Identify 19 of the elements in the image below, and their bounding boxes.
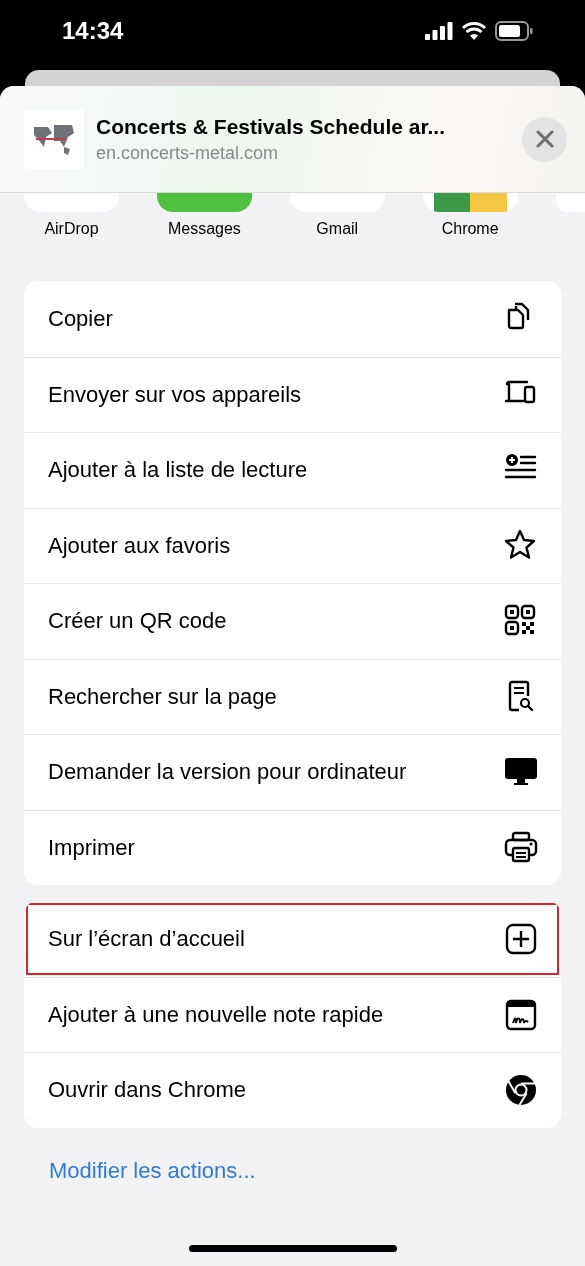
page-url: en.concerts-metal.com [96,142,280,164]
action-item[interactable]: Sur l’écran d’accueil [24,901,561,977]
gmail-app-icon[interactable] [289,193,385,212]
wifi-icon [461,21,487,41]
chrome-app-icon[interactable] [422,193,518,212]
app-label: Messages [166,220,242,238]
messages-app-icon[interactable] [156,193,252,212]
close-icon [535,130,554,148]
app-label: Chrome [440,220,500,238]
signal-icon [425,22,453,40]
app-label: AirDrop [43,220,100,238]
app-label: Gmail [315,220,360,238]
battery-icon [495,21,533,41]
app-icon[interactable] [555,193,585,212]
clock: 14:34 [62,17,124,45]
edit-actions-link[interactable]: Modifier les actions... [49,1157,256,1184]
close-button[interactable] [522,116,567,162]
page-title: Concerts & Festivals Schedule ar... [96,114,446,139]
airdrop-app-icon[interactable] [24,193,119,212]
